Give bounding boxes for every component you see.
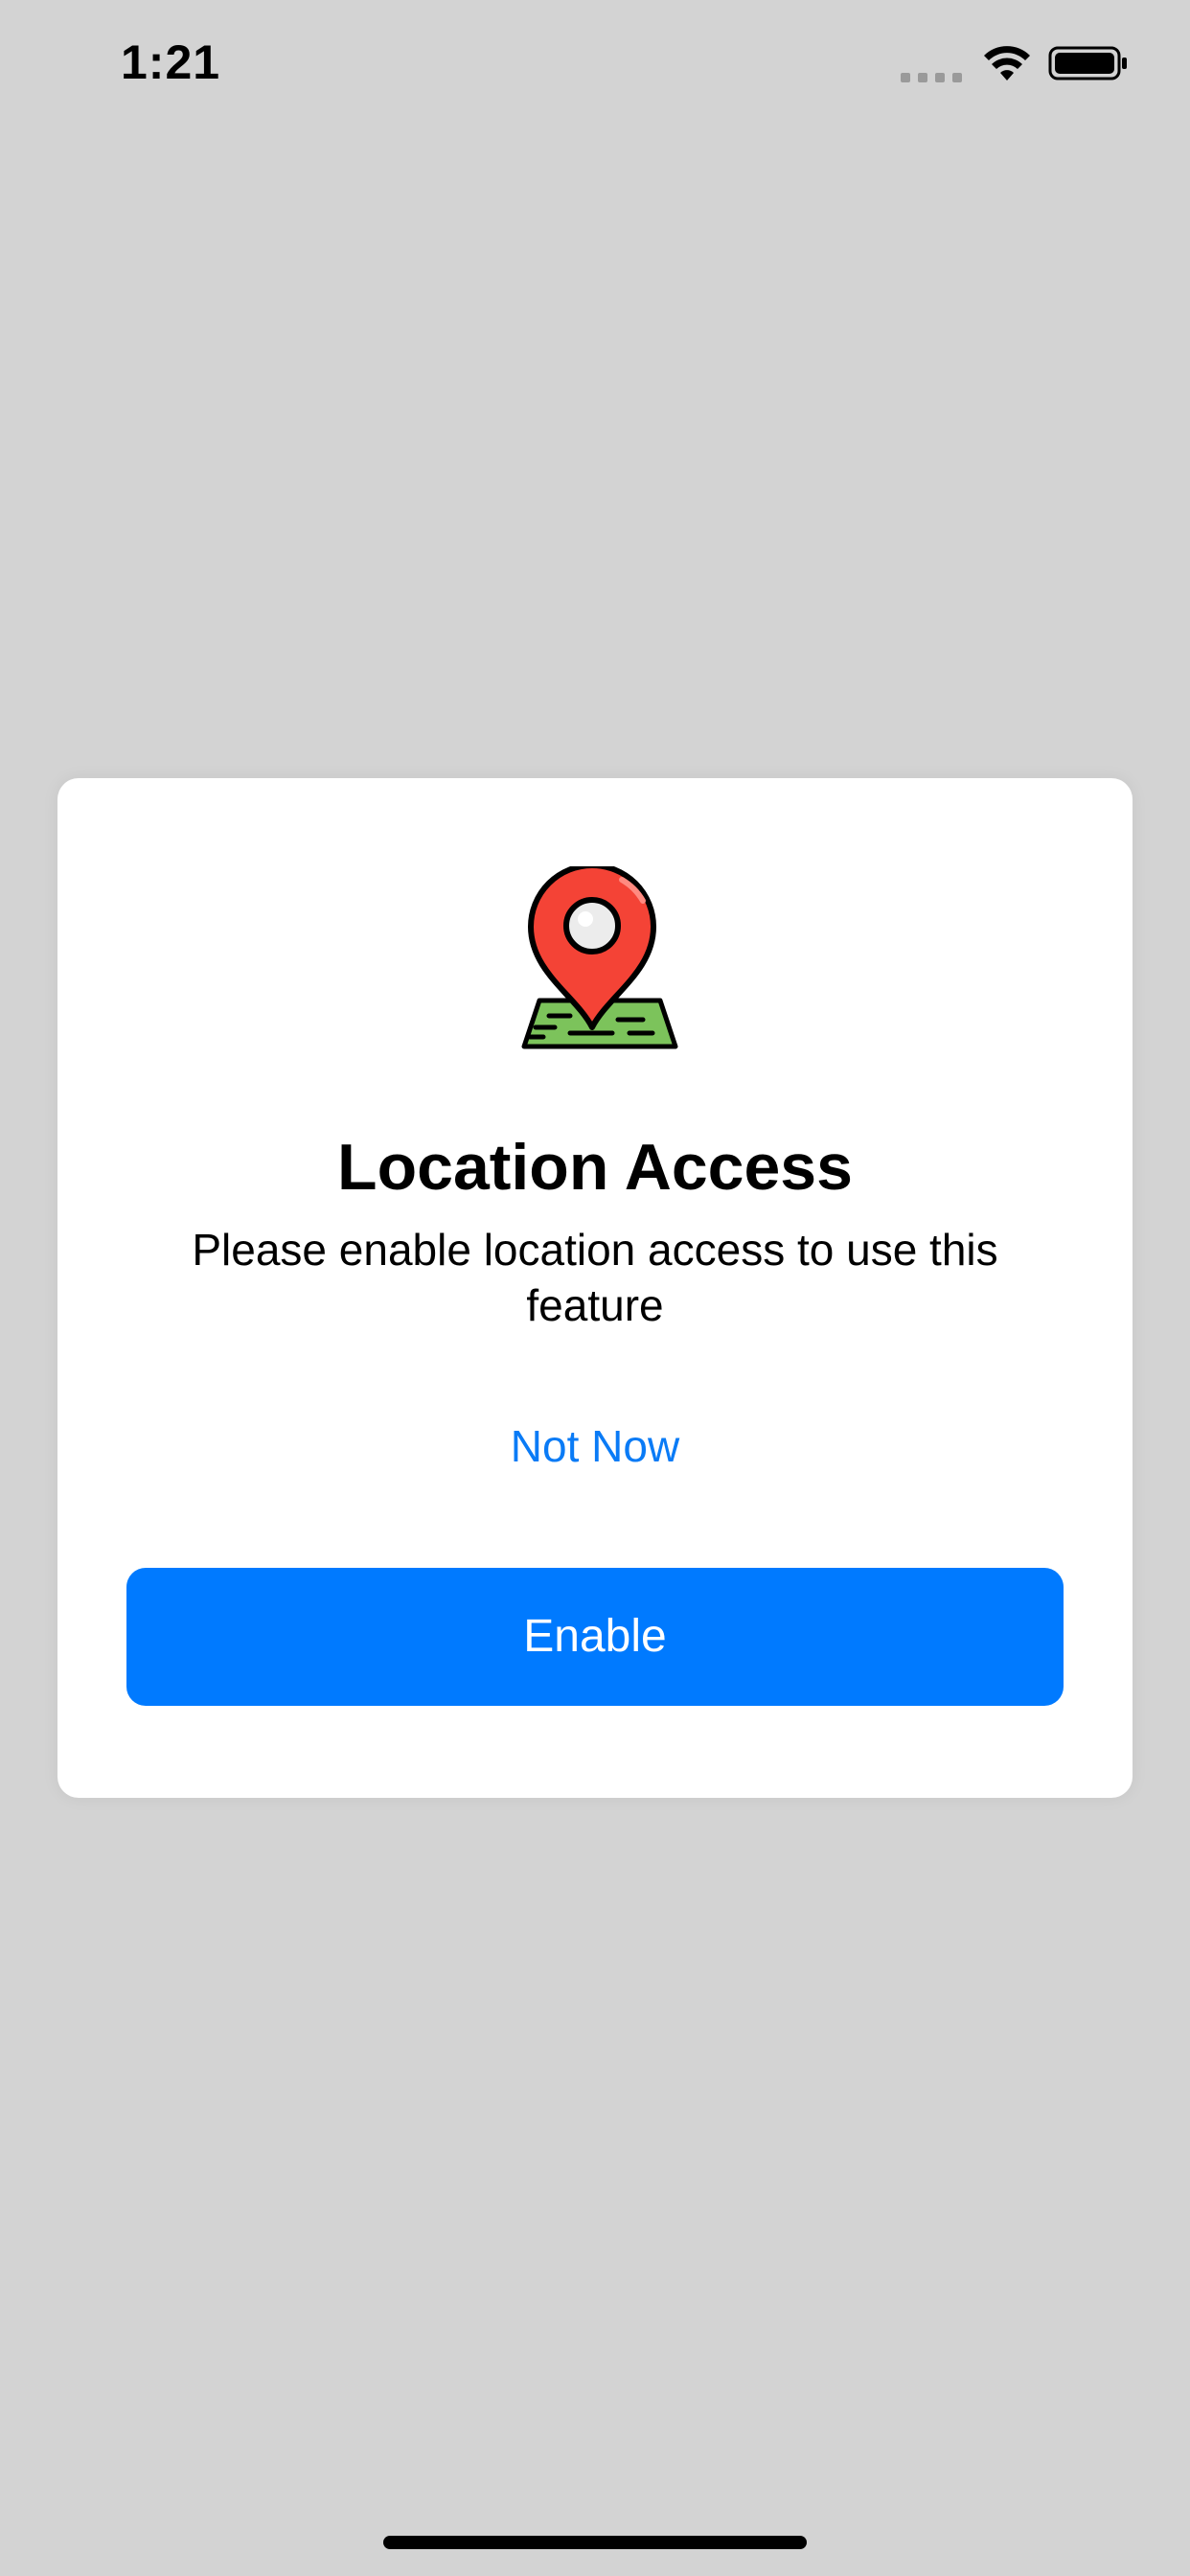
battery-icon xyxy=(1048,46,1127,80)
enable-button[interactable]: Enable xyxy=(126,1568,1064,1706)
status-bar: 1:21 xyxy=(0,0,1190,126)
dialog-title: Location Access xyxy=(337,1131,853,1204)
location-access-dialog: Location Access Please enable location a… xyxy=(57,778,1133,1798)
status-time: 1:21 xyxy=(121,35,221,89)
location-pin-map-icon xyxy=(521,866,678,1049)
wifi-icon xyxy=(984,46,1030,80)
dialog-message: Please enable location access to use thi… xyxy=(192,1225,998,1330)
cellular-signal-icon xyxy=(901,44,962,82)
not-now-button[interactable]: Not Now xyxy=(403,1413,787,1480)
status-icons xyxy=(901,44,1129,82)
home-indicator[interactable] xyxy=(383,2536,807,2549)
